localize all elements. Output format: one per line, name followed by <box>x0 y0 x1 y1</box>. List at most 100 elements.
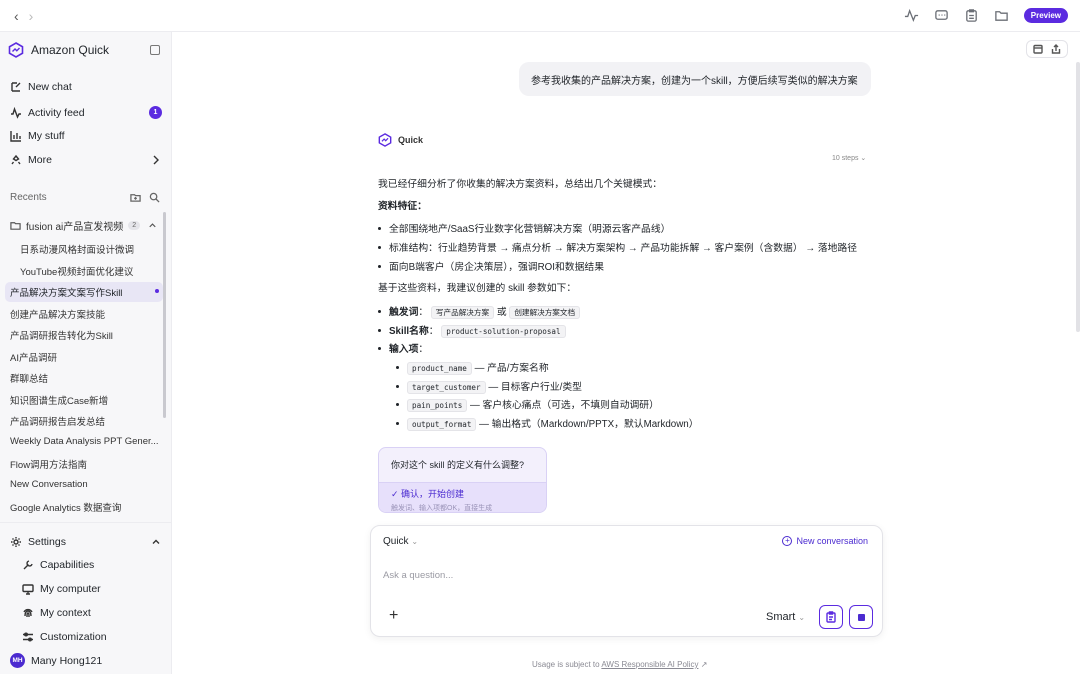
folder-icon[interactable] <box>994 7 1010 23</box>
list-item[interactable]: 创建产品解决方案技能 <box>10 307 160 321</box>
option-label: ✓ 确认，开始创建 <box>391 489 465 499</box>
sidebar: Amazon Quick New chat Activity feed 1 My… <box>0 32 172 674</box>
list-item[interactable]: YouTube视频封面优化建议 <box>20 264 160 278</box>
sidebar-item-new-chat[interactable]: New chat <box>10 81 162 93</box>
settings-header[interactable]: Settings <box>10 536 162 548</box>
mode-selector[interactable]: Smart ⌄ <box>766 611 805 623</box>
chat-icon[interactable] <box>934 7 950 23</box>
user-message: 参考我收集的产品解决方案，创建为一个skill，方便后续写类似的解决方案 <box>519 62 871 96</box>
chevron-right-icon <box>153 155 159 165</box>
external-link-icon: ↗ <box>700 660 708 669</box>
collapse-sidebar-icon[interactable] <box>150 45 160 55</box>
list-item: 全部围绕地产/SaaS行业数字化营销解决方案（明源云客产品线） <box>378 223 670 236</box>
chevron-up-icon <box>152 539 160 544</box>
user-profile[interactable]: MH Many Hong121 <box>10 653 162 668</box>
composer: Quick ⌄ +New conversation + Smart ⌄ <box>370 525 883 637</box>
chevron-up-icon[interactable] <box>147 220 158 231</box>
question-title: 你对这个 skill 的定义有什么调整? <box>391 460 525 470</box>
sidebar-item-my-computer[interactable]: My computer <box>22 583 162 595</box>
new-conversation-button[interactable]: + New conversation <box>782 536 868 546</box>
confirm-option[interactable]: ✓ 确认，开始创建 触发词、输入项都OK，直接生成 <box>379 482 546 512</box>
agent-selector[interactable]: Quick ⌄ <box>383 536 418 547</box>
list-item: 触发词： 写产品解决方案 或 创建解决方案文档 <box>378 306 581 319</box>
clipboard-icon <box>826 611 836 623</box>
activity-icon <box>11 106 21 119</box>
sidebar-item-label: New chat <box>28 81 72 93</box>
list-item[interactable]: 产品调研报告转化为Skill <box>10 328 160 342</box>
sidebar-item-label: More <box>28 154 52 166</box>
list-item[interactable]: Weekly Data Analysis PPT Gener... <box>10 436 160 447</box>
stop-button[interactable] <box>849 605 873 629</box>
list-item[interactable]: 群聊总结 <box>10 371 160 385</box>
gear-icon <box>11 537 21 547</box>
new-folder-icon[interactable] <box>130 192 141 203</box>
sidebar-item-activity-feed[interactable]: Activity feed 1 <box>10 106 162 119</box>
list-item[interactable]: AI产品调研 <box>10 350 160 364</box>
answer-heading: 资料特征： <box>378 201 427 212</box>
clipboard-icon[interactable] <box>964 7 980 23</box>
list-item[interactable]: Flow调用方法指南 <box>10 457 160 471</box>
recents-folder[interactable]: fusion ai产品宣发视频 2 <box>10 218 160 233</box>
folder-label: fusion ai产品宣发视频 <box>26 222 124 233</box>
sidebar-item-label: My context <box>40 607 91 619</box>
activity-icon[interactable] <box>904 7 920 23</box>
list-item: pain_points — 客户核心痛点（可选，不填则自动调研） <box>396 399 659 412</box>
attach-plus-icon[interactable]: + <box>389 608 398 624</box>
list-item-active[interactable]: 产品解决方案文案写作Skill <box>5 282 163 302</box>
avatar: MH <box>10 653 25 668</box>
sidebar-item-label: Activity feed <box>28 106 85 119</box>
stop-icon <box>857 613 865 621</box>
list-item: 面向B端客户（房企决策层），强调ROI和数据结果 <box>378 261 604 274</box>
search-icon[interactable] <box>149 192 160 203</box>
sidebar-item-my-stuff[interactable]: My stuff <box>10 130 162 142</box>
sidebar-item-label: My stuff <box>28 130 65 142</box>
back-arrow-icon[interactable]: ‹ <box>14 8 19 24</box>
share-icon[interactable] <box>1051 44 1061 54</box>
sidebar-item-my-context[interactable]: My context <box>22 607 162 619</box>
sidebar-item-capabilities[interactable]: Capabilities <box>22 559 162 571</box>
list-item[interactable]: New Conversation <box>10 479 160 490</box>
list-item[interactable]: Google Analytics 数据查询 <box>10 500 160 514</box>
usage-note: Usage is subject to AWS Responsible AI P… <box>532 660 708 669</box>
steps-toggle[interactable]: 10 steps ⌄ <box>832 154 866 162</box>
list-item: Skill名称： product-solution-proposal <box>378 325 566 338</box>
more-icon <box>11 154 21 165</box>
code-chip: 创建解决方案文档 <box>509 306 581 319</box>
sidebar-item-label: Capabilities <box>40 559 95 571</box>
sidebar-item-more[interactable]: More <box>10 154 162 166</box>
settings-label: Settings <box>28 536 66 548</box>
forward-arrow-icon[interactable]: › <box>29 8 34 24</box>
calendar-icon[interactable] <box>1033 44 1043 54</box>
question-input[interactable] <box>383 570 863 581</box>
list-item[interactable]: 知识图谱生成Case新增 <box>10 393 160 407</box>
preview-badge[interactable]: Preview <box>1023 7 1068 23</box>
main-scrollbar[interactable] <box>1076 62 1080 332</box>
clipboard-button[interactable] <box>819 605 843 629</box>
folder-icon <box>10 222 21 230</box>
brand[interactable]: Amazon Quick <box>8 42 109 58</box>
policy-link[interactable]: AWS Responsible AI Policy <box>601 660 698 669</box>
code-chip: product-solution-proposal <box>441 325 566 338</box>
list-item[interactable]: 产品调研报告启发总结 <box>10 414 160 428</box>
history-nav: ‹ › <box>14 8 33 24</box>
answer-intro: 我已经仔细分析了你收集的解决方案资料，总结出几个关键模式： <box>378 179 663 190</box>
user-message-text: 参考我收集的产品解决方案，创建为一个skill，方便后续写类似的解决方案 <box>531 75 858 87</box>
fingerprint-icon <box>23 608 33 618</box>
list-item: product_name — 产品/方案名称 <box>396 362 549 375</box>
monitor-icon <box>22 584 34 595</box>
assistant-name: Quick <box>398 135 424 145</box>
quick-logo-icon <box>8 42 24 58</box>
sidebar-scrollbar[interactable] <box>163 212 166 418</box>
list-item[interactable]: 日系动漫风格封面设计微调 <box>20 242 160 256</box>
plus-circle-icon: + <box>782 536 793 546</box>
bar-chart-icon <box>10 131 21 142</box>
wrench-icon <box>23 560 33 570</box>
list-item: target_customer — 目标客户行业/类型 <box>396 381 582 394</box>
divider <box>0 522 171 523</box>
top-icons: Preview <box>904 7 1068 23</box>
clarify-question-card: 你对这个 skill 的定义有什么调整? ✓ 确认，开始创建 触发词、输入项都O… <box>378 447 547 513</box>
main-panel: 参考我收集的产品解决方案，创建为一个skill，方便后续写类似的解决方案 Qui… <box>172 32 1080 674</box>
list-item: 输入项： <box>378 343 428 356</box>
recents-label: Recents <box>10 192 47 203</box>
sidebar-item-customization[interactable]: Customization <box>22 631 162 643</box>
